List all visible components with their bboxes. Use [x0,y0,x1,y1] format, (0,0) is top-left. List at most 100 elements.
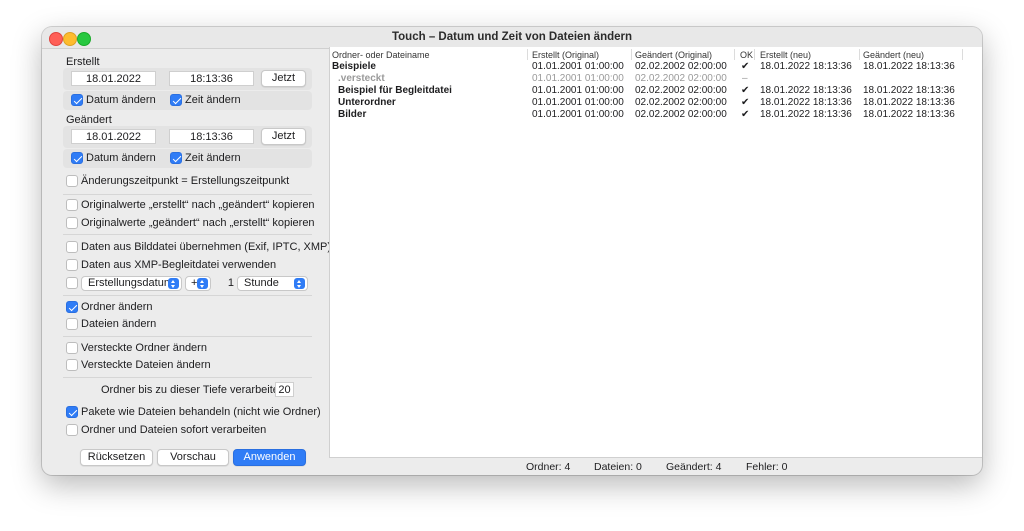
column-header-name[interactable]: Ordner- oder Dateiname [332,50,430,60]
popup-stepper-icon [294,278,305,289]
row-modified-new: 18.01.2022 18:13:36 [863,97,955,108]
column-header-modified-new[interactable]: Geändert (neu) [863,50,924,60]
column-divider[interactable] [527,49,528,60]
from-xmp-label: Daten aus XMP-Begleitdatei verwenden [81,259,277,271]
column-header-modified-orig[interactable]: Geändert (Original) [635,50,712,60]
separator [63,336,312,337]
row-created-orig: 01.01.2001 01:00:00 [532,73,624,84]
status-folders: Ordner: 4 [526,461,571,473]
column-header-created-orig[interactable]: Erstellt (Original) [532,50,599,60]
column-divider[interactable] [754,49,755,60]
mod-equals-created-label: Änderungszeitpunkt = Erstellungszeitpunk… [81,175,290,187]
modified-change-time-label: Zeit ändern [185,152,241,164]
reset-button[interactable]: Rücksetzen [80,449,153,466]
process-immediately-checkbox[interactable] [66,424,78,436]
created-time-field[interactable]: 18:13:36 [169,71,254,86]
status-changed: Geändert: 4 [666,461,722,473]
offset-unit-value: Stunde [244,277,279,289]
modified-change-time-checkbox[interactable] [170,152,182,164]
modified-date-group: 18.01.2022 18:13:36 Jetzt [63,126,312,148]
row-ok-checkmark-icon: ✔ [741,109,750,120]
created-date-field[interactable]: 18.01.2022 [71,71,156,86]
row-created-orig: 01.01.2001 01:00:00 [532,85,624,96]
row-ok-dash: – [742,73,748,84]
offset-field-value: Erstellungsdatum [88,277,173,289]
title-bar: Touch – Datum und Zeit von Dateien änder… [42,27,982,49]
separator [63,377,312,378]
mod-equals-created-checkbox[interactable] [66,175,78,187]
row-modified-orig: 02.02.2002 02:00:00 [635,73,727,84]
popup-stepper-icon [197,278,208,289]
from-xmp-checkbox[interactable] [66,259,78,271]
column-divider[interactable] [734,49,735,60]
copy-created-to-modified-checkbox[interactable] [66,199,78,211]
row-created-orig: 01.01.2001 01:00:00 [532,61,624,72]
created-change-time-label: Zeit ändern [185,94,241,106]
packages-as-files-checkbox[interactable] [66,406,78,418]
offset-checkbox[interactable] [66,277,78,289]
change-folders-checkbox[interactable] [66,301,78,313]
row-modified-orig: 02.02.2002 02:00:00 [635,97,727,108]
column-header-ok[interactable]: OK [740,50,753,60]
hidden-files-checkbox[interactable] [66,359,78,371]
column-divider[interactable] [631,49,632,60]
row-name: .versteckt [338,73,385,84]
modified-time-field[interactable]: 18:13:36 [169,129,254,144]
copy-modified-to-created-label: Originalwerte „geändert“ nach „erstellt“… [81,217,315,229]
row-name: Unterordner [338,97,396,108]
change-files-label: Dateien ändern [81,318,157,330]
row-created-orig: 01.01.2001 01:00:00 [532,97,624,108]
preview-button[interactable]: Vorschau [157,449,229,466]
created-now-button[interactable]: Jetzt [261,70,306,87]
column-divider[interactable] [962,49,963,60]
row-created-new: 18.01.2022 18:13:36 [760,61,852,72]
column-header-created-new[interactable]: Erstellt (neu) [760,50,811,60]
row-modified-orig: 02.02.2002 02:00:00 [635,85,727,96]
offset-unit-popup[interactable]: Stunde [237,276,308,291]
created-options-group: Datum ändern Zeit ändern [63,91,312,110]
row-created-new: 18.01.2022 18:13:36 [760,97,852,108]
row-ok-checkmark-icon: ✔ [741,97,750,108]
modified-change-date-label: Datum ändern [86,152,156,164]
copy-modified-to-created-checkbox[interactable] [66,217,78,229]
created-change-date-label: Datum ändern [86,94,156,106]
row-modified-new: 18.01.2022 18:13:36 [863,109,955,120]
row-ok-checkmark-icon: ✔ [741,61,750,72]
row-modified-new: 18.01.2022 18:13:36 [863,85,955,96]
modified-change-date-checkbox[interactable] [71,152,83,164]
row-modified-orig: 02.02.2002 02:00:00 [635,61,727,72]
touch-window: Touch – Datum und Zeit von Dateien änder… [42,27,982,475]
row-created-new: 18.01.2022 18:13:36 [760,109,852,120]
depth-field[interactable]: 20 [275,382,294,397]
row-name: Beispiel für Begleitdatei [338,85,452,96]
row-modified-orig: 02.02.2002 02:00:00 [635,109,727,120]
column-divider[interactable] [859,49,860,60]
separator [63,295,312,296]
row-ok-checkmark-icon: ✔ [741,85,750,96]
created-change-date-checkbox[interactable] [71,94,83,106]
modified-date-field[interactable]: 18.01.2022 [71,129,156,144]
row-created-new: 18.01.2022 18:13:36 [760,85,852,96]
hidden-files-label: Versteckte Dateien ändern [81,359,211,371]
from-image-label: Daten aus Bilddatei übernehmen (Exif, IP… [81,241,332,253]
change-files-checkbox[interactable] [66,318,78,330]
modified-now-button[interactable]: Jetzt [261,128,306,145]
separator [63,194,312,195]
modified-options-group: Datum ändern Zeit ändern [63,149,312,168]
from-image-checkbox[interactable] [66,241,78,253]
created-change-time-checkbox[interactable] [170,94,182,106]
offset-operator-popup[interactable]: + [185,276,211,291]
status-files: Dateien: 0 [594,461,642,473]
offset-amount-field[interactable]: 1 [215,276,234,291]
row-name: Bilder [338,109,367,120]
offset-field-popup[interactable]: Erstellungsdatum [81,276,182,291]
created-section-label: Erstellt [66,56,100,68]
depth-label: Ordner bis zu dieser Tiefe verarbeiten: [101,384,289,396]
row-modified-new: 18.01.2022 18:13:36 [863,61,955,72]
hidden-folders-label: Versteckte Ordner ändern [81,342,207,354]
separator [63,234,312,235]
hidden-folders-checkbox[interactable] [66,342,78,354]
process-immediately-label: Ordner und Dateien sofort verarbeiten [81,424,267,436]
row-created-orig: 01.01.2001 01:00:00 [532,109,624,120]
apply-button[interactable]: Anwenden [233,449,306,466]
